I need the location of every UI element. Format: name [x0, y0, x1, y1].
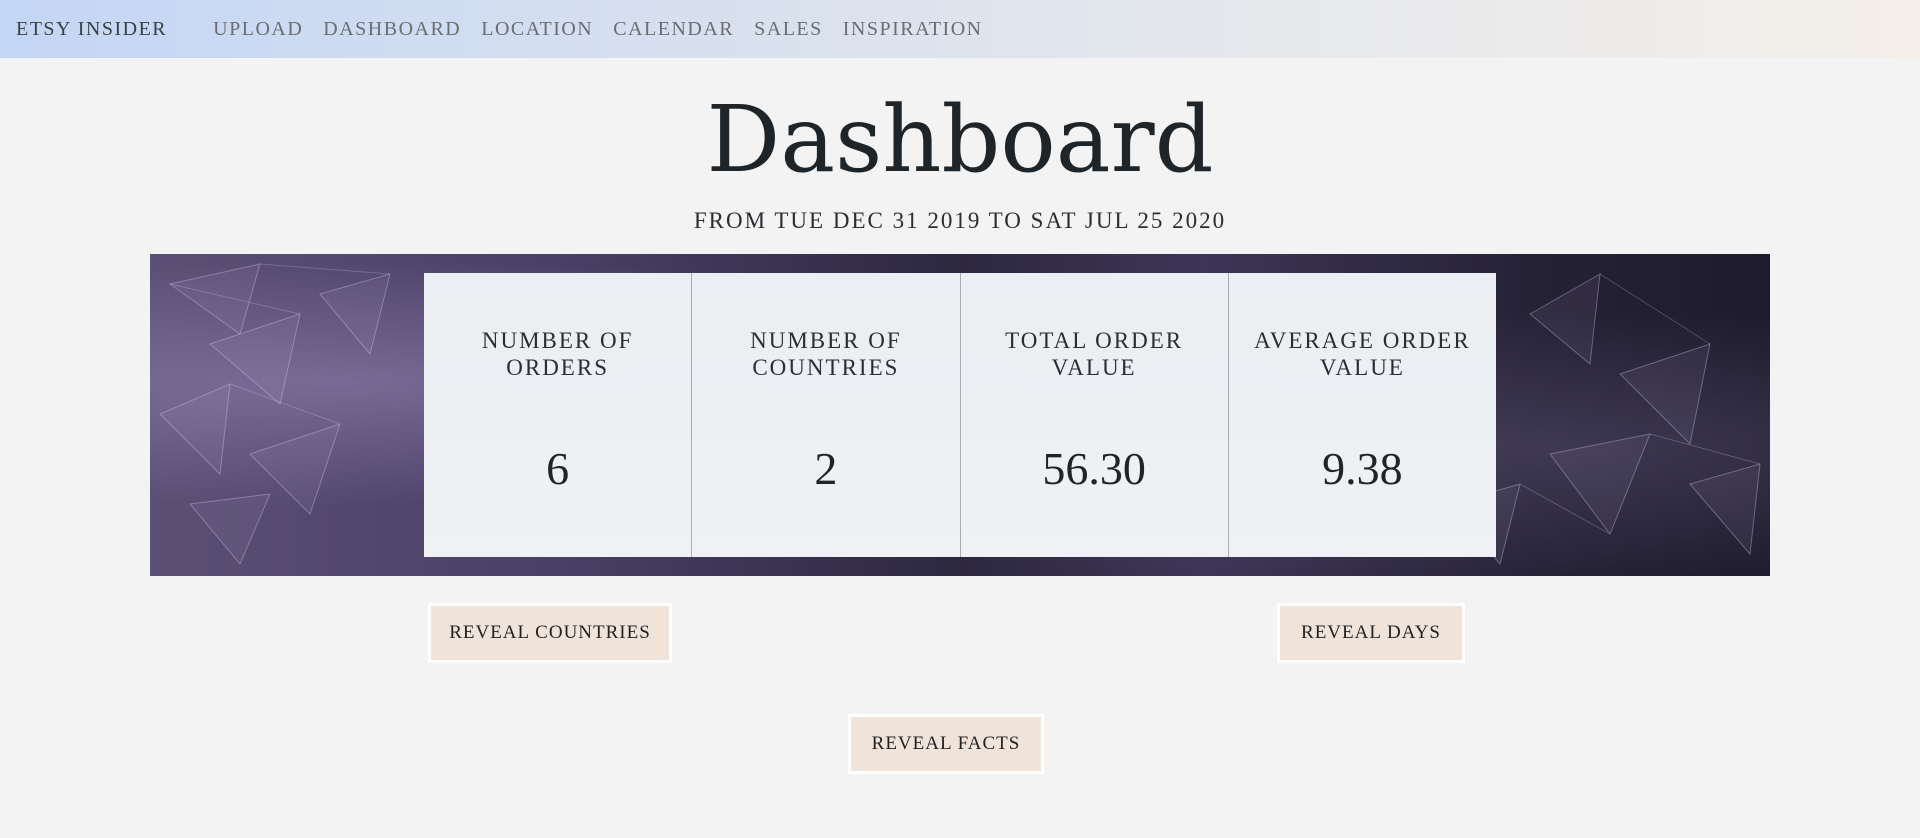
- nav-link-upload[interactable]: UPLOAD: [213, 18, 303, 41]
- stat-value: 6: [546, 443, 570, 494]
- date-range-subtitle: FROM TUE DEC 31 2019 TO SAT JUL 25 2020: [693, 208, 1227, 233]
- stats-panel: NUMBER OF ORDERS 6 NUMBER OF COUNTRIES 2…: [424, 273, 1496, 557]
- stat-label: AVERAGE ORDER VALUE: [1254, 328, 1471, 380]
- nav-links: UPLOAD DASHBOARD LOCATION CALENDAR SALES…: [213, 18, 1002, 41]
- reveal-countries-button[interactable]: REVEAL COUNTRIES: [428, 603, 672, 663]
- stat-card-average-order-value: AVERAGE ORDER VALUE 9.38: [1228, 273, 1496, 557]
- stat-label: TOTAL ORDER VALUE: [1005, 328, 1184, 380]
- stat-card-total-order-value: TOTAL ORDER VALUE 56.30: [960, 273, 1229, 557]
- nav-link-inspiration[interactable]: INSPIRATION: [843, 18, 983, 41]
- top-navbar: ETSY INSIDER UPLOAD DASHBOARD LOCATION C…: [0, 0, 1920, 58]
- nav-link-sales[interactable]: SALES: [754, 18, 823, 41]
- brand-logo-text[interactable]: ETSY INSIDER: [16, 18, 167, 41]
- reveal-facts-button[interactable]: REVEAL FACTS: [848, 714, 1044, 774]
- stat-value: 2: [814, 443, 838, 494]
- nav-link-dashboard[interactable]: DASHBOARD: [323, 18, 461, 41]
- nav-link-location[interactable]: LOCATION: [481, 18, 593, 41]
- stat-value: 9.38: [1322, 443, 1403, 494]
- page-title: Dashboard: [706, 86, 1214, 193]
- stat-label: NUMBER OF ORDERS: [481, 328, 634, 380]
- stat-card-countries: NUMBER OF COUNTRIES 2: [692, 273, 961, 557]
- nav-link-calendar[interactable]: CALENDAR: [613, 18, 734, 41]
- reveal-days-button[interactable]: REVEAL DAYS: [1277, 603, 1465, 663]
- stat-card-orders: NUMBER OF ORDERS 6: [424, 273, 693, 557]
- stat-label: NUMBER OF COUNTRIES: [750, 328, 902, 380]
- stat-value: 56.30: [1042, 443, 1146, 494]
